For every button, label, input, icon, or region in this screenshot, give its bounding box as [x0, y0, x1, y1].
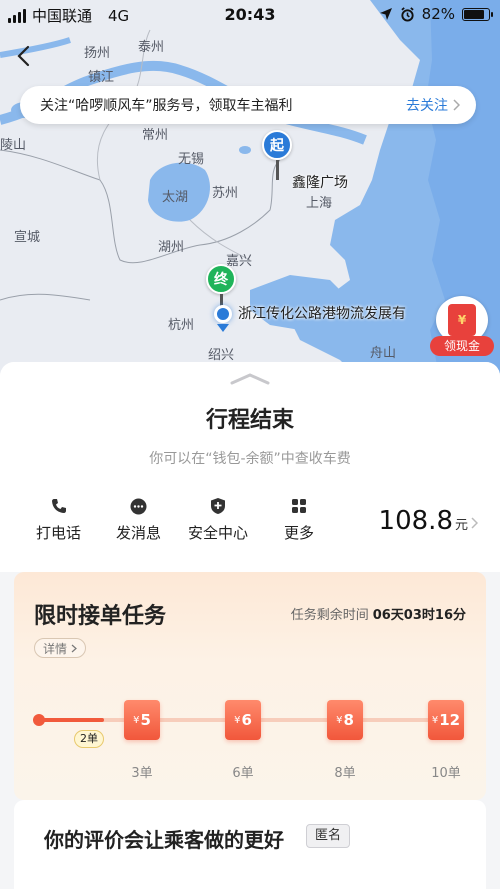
chevron-up-icon	[230, 373, 270, 385]
detail-label: 详情	[43, 641, 68, 656]
map-label: 杭州	[168, 318, 195, 333]
chevron-right-icon	[471, 517, 478, 529]
start-location-name: 鑫隆广场	[292, 175, 348, 191]
anonymous-tag[interactable]: 匿名	[306, 824, 351, 848]
back-button[interactable]	[10, 42, 36, 70]
map-label: 太湖	[162, 190, 189, 205]
end-marker: 终	[206, 264, 236, 294]
reward-tier: ¥12	[428, 700, 464, 740]
more-label: 更多	[284, 524, 315, 542]
map-label: 绍兴	[208, 348, 235, 363]
trip-subtitle: 你可以在“钱包-余额”中查收车费	[149, 451, 351, 467]
map-label: 宣城	[14, 230, 41, 245]
route-map[interactable]: 扬州 泰州 镇江 常州 陵山 无锡 太湖 苏州 上海 宣城 湖州 嘉兴 杭州 舟…	[0, 0, 500, 380]
reward-tier: ¥5	[124, 700, 160, 740]
action-bar: 打电话 发消息 安全中心 更多 108.8 元	[0, 496, 500, 546]
remaining-label: 任务剩余时间	[290, 608, 369, 623]
reward-orders-label: 6单	[232, 766, 254, 781]
reward-tier: ¥8	[327, 700, 363, 740]
fare-amount: 108.8	[378, 506, 453, 536]
message-icon	[129, 496, 149, 516]
cash-red-packet[interactable]: ¥ 领现金	[430, 296, 494, 358]
location-arrow-icon	[379, 8, 392, 20]
fare-display[interactable]: 108.8 元	[379, 506, 478, 536]
timed-order-task-card: 限时接单任务 任务剩余时间 06天03时16分 详情 2单 ¥5 3单 ¥6 6单…	[14, 572, 486, 800]
review-card: 你的评价会让乘客做的更好 匿名	[14, 800, 486, 889]
red-packet-label: 领现金	[430, 336, 494, 356]
review-title: 你的评价会让乘客做的更好	[44, 828, 284, 852]
battery-percent: 82%	[421, 5, 455, 23]
map-label: 镇江	[88, 70, 115, 85]
call-button[interactable]: 打电话	[36, 496, 81, 543]
start-pin[interactable]: 起	[262, 130, 292, 180]
start-marker: 起	[262, 130, 292, 160]
phone-icon	[49, 496, 69, 516]
map-label: 苏州	[212, 186, 239, 201]
follow-link[interactable]: 去关注	[406, 95, 460, 115]
red-packet-icon: ¥	[448, 304, 476, 336]
pin-stem	[275, 160, 279, 180]
map-label: 扬州	[84, 46, 111, 61]
end-location-name: 浙江传化公路港物流发展有	[238, 306, 406, 322]
task-remaining-time: 任务剩余时间 06天03时16分	[291, 604, 466, 623]
chevron-right-icon	[71, 644, 77, 652]
message-button[interactable]: 发消息	[116, 496, 161, 543]
heading-arrow-icon	[217, 324, 229, 332]
map-background	[0, 0, 500, 380]
task-title: 限时接单任务	[34, 604, 167, 629]
current-orders-badge: 2单	[74, 730, 104, 748]
remaining-value: 06天03时16分	[372, 608, 466, 623]
call-label: 打电话	[36, 524, 82, 542]
safety-center-button[interactable]: 安全中心	[188, 496, 248, 543]
grid-icon	[289, 496, 309, 516]
back-arrow-icon	[17, 45, 30, 67]
sheet-handle[interactable]	[230, 372, 270, 386]
map-label: 常州	[142, 128, 169, 143]
more-button[interactable]: 更多	[284, 496, 314, 543]
shield-icon	[208, 496, 228, 516]
chevron-right-icon	[453, 99, 460, 111]
map-label: 上海	[306, 196, 333, 211]
end-pin[interactable]: 终	[206, 264, 236, 308]
reward-orders-label: 8单	[334, 766, 356, 781]
progress-start-dot	[33, 714, 45, 726]
trip-summary: 行程结束 你可以在“钱包-余额”中查收车费 打电话 发消息 安全中心 更多 10…	[0, 362, 500, 572]
status-right: 82%	[379, 5, 493, 23]
task-progress-fill	[36, 718, 105, 722]
trip-status-title: 行程结束	[205, 408, 294, 433]
trip-sheet: 行程结束 你可以在“钱包-余额”中查收车费 打电话 发消息 安全中心 更多 10…	[0, 362, 500, 889]
banner-text: 关注“哈啰顺风车”服务号，领取车主福利	[40, 98, 293, 114]
status-bar: 中国联通 4G 20:43 82%	[0, 0, 500, 30]
map-label: 无锡	[178, 152, 205, 167]
map-label: 陵山	[0, 138, 27, 153]
reward-orders-label: 10单	[431, 766, 461, 781]
follow-link-label: 去关注	[406, 98, 448, 114]
reward-orders-label: 3单	[131, 766, 153, 781]
map-label: 舟山	[370, 346, 397, 361]
map-label: 湖州	[158, 240, 185, 255]
current-location-dot	[214, 305, 232, 323]
follow-banner[interactable]: 关注“哈啰顺风车”服务号，领取车主福利 去关注	[20, 86, 476, 124]
safety-center-label: 安全中心	[188, 524, 249, 542]
map-label: 泰州	[138, 40, 165, 55]
battery-icon	[462, 7, 493, 21]
fare-unit: 元	[454, 518, 468, 533]
message-label: 发消息	[116, 524, 162, 542]
task-detail-button[interactable]: 详情	[34, 638, 87, 658]
alarm-icon	[401, 6, 414, 22]
reward-tier: ¥6	[225, 700, 261, 740]
